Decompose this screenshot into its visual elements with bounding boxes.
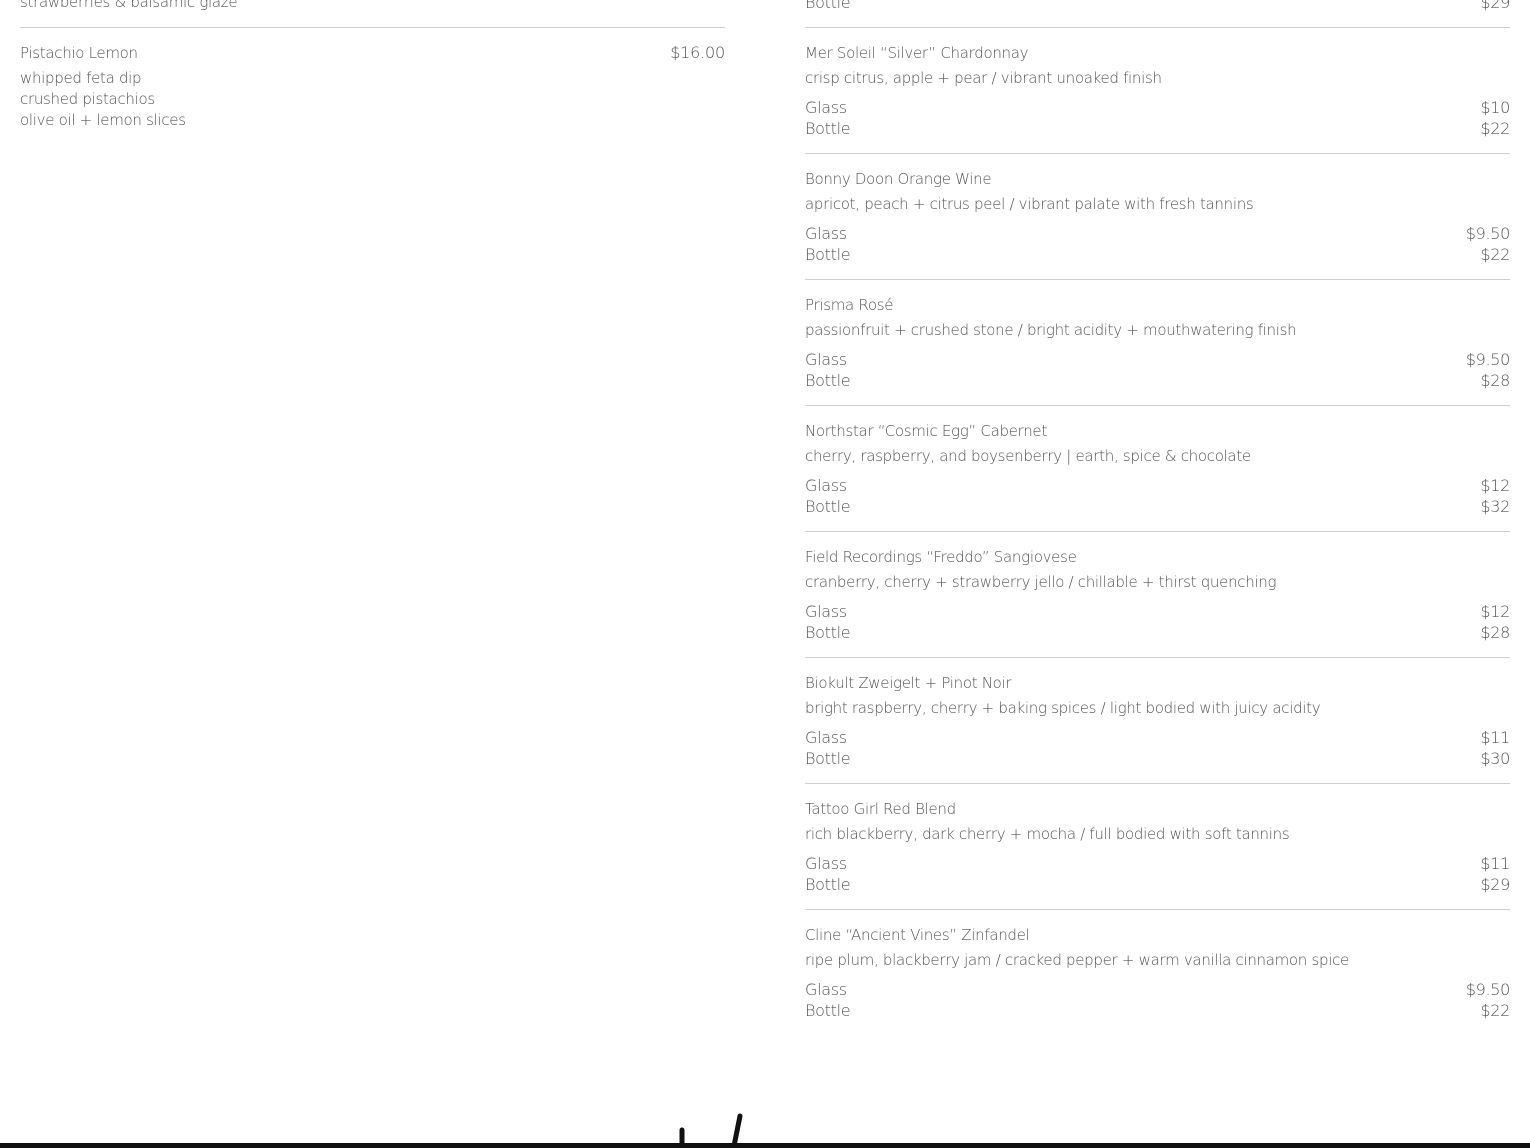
wine-tasting-notes: bright raspberry, cherry + baking spices… <box>805 699 1321 717</box>
bottle-price-row: Bottle $22 <box>805 244 1510 265</box>
bottle-price-row: Bottle $22 <box>805 118 1510 139</box>
bottle-label: Bottle <box>805 119 851 138</box>
glass-label: Glass <box>805 854 847 873</box>
wine-name: Field Recordings “Freddo” Sangiovese <box>805 548 1077 566</box>
bottle-price: $28 <box>1480 371 1510 390</box>
wine-item: Cline “Ancient Vines” Zinfandel ripe plu… <box>805 910 1510 1021</box>
wine-tasting-notes: ripe plum, blackberry jam / cracked pepp… <box>805 951 1349 969</box>
menu-item-description-line: whipped feta dip <box>20 69 142 87</box>
glass-price-row: Glass $9.50 <box>805 223 1510 244</box>
glass-label: Glass <box>805 224 847 243</box>
glass-price: $12 <box>1480 476 1510 495</box>
wine-item: Bonny Doon Orange Wine apricot, peach + … <box>805 154 1510 280</box>
glass-label: Glass <box>805 980 847 999</box>
glass-price: $9.50 <box>1465 350 1511 369</box>
glass-price-row: Glass $9.50 <box>805 349 1510 370</box>
bottle-label: Bottle <box>805 623 851 642</box>
previous-wine-bottle-row: Bottle $29 <box>805 0 1510 13</box>
wine-item: Prisma Rosé passionfruit + crushed stone… <box>805 280 1510 406</box>
wine-item: Mer Soleil “Silver” Chardonnay crisp cit… <box>805 28 1510 154</box>
menu-item-price: $16.00 <box>670 43 725 62</box>
menu-item-name: Pistachio Lemon <box>20 44 138 62</box>
glass-price: $9.50 <box>1465 224 1511 243</box>
glass-price-row: Glass $12 <box>805 475 1510 496</box>
bottle-price-row: Bottle $28 <box>805 370 1510 391</box>
bottle-price-row: Bottle $22 <box>805 1000 1510 1021</box>
glass-price-row: Glass $11 <box>805 853 1510 874</box>
menu-item-description-line: olive oil + lemon slices <box>20 111 186 129</box>
wine-tasting-notes: passionfruit + crushed stone / bright ac… <box>805 321 1297 339</box>
bottle-price: $30 <box>1480 749 1510 768</box>
glass-price: $10 <box>1480 98 1510 117</box>
bottle-price: $22 <box>1480 1001 1510 1020</box>
footer-band <box>0 1143 1530 1148</box>
bottle-label: Bottle <box>805 497 851 516</box>
wine-name: Prisma Rosé <box>805 296 894 314</box>
wine-item: Northstar “Cosmic Egg” Cabernet cherry, … <box>805 406 1510 532</box>
bottle-label: Bottle <box>805 245 851 264</box>
food-column: strawberries & balsamic glaze Pistachio … <box>20 0 725 131</box>
wine-name: Cline “Ancient Vines” Zinfandel <box>805 926 1030 944</box>
wine-name: Biokult Zweigelt + Pinot Noir <box>805 674 1012 692</box>
bottle-price: $32 <box>1480 497 1510 516</box>
wine-item: Field Recordings “Freddo” Sangiovese cra… <box>805 532 1510 658</box>
wine-column: Bottle $29 Mer Soleil “Silver” Chardonna… <box>805 0 1510 1021</box>
bottle-price-row: Bottle $32 <box>805 496 1510 517</box>
glass-price-row: Glass $9.50 <box>805 979 1510 1000</box>
bottle-price-row: Bottle $30 <box>805 748 1510 769</box>
bottle-price-row: Bottle $28 <box>805 622 1510 643</box>
wine-tasting-notes: apricot, peach + citrus peel / vibrant p… <box>805 195 1254 213</box>
bottle-price-row: Bottle $29 <box>805 874 1510 895</box>
bottle-price: $28 <box>1480 623 1510 642</box>
glass-price-row: Glass $12 <box>805 601 1510 622</box>
bottle-label: Bottle <box>805 749 851 768</box>
glass-price: $11 <box>1480 854 1510 873</box>
bottle-label: Bottle <box>805 1001 851 1020</box>
wine-tasting-notes: cranberry, cherry + strawberry jello / c… <box>805 573 1277 591</box>
glass-price-row: Glass $10 <box>805 97 1510 118</box>
price-value: $29 <box>1480 0 1510 12</box>
wine-name: Mer Soleil “Silver” Chardonnay <box>805 44 1029 62</box>
wine-name: Tattoo Girl Red Blend <box>805 800 956 818</box>
bottle-price: $22 <box>1480 119 1510 138</box>
glass-price: $12 <box>1480 602 1510 621</box>
glass-price: $9.50 <box>1465 980 1511 999</box>
menu-page: strawberries & balsamic glaze Pistachio … <box>0 0 1530 1148</box>
wine-tasting-notes: crisp citrus, apple + pear / vibrant uno… <box>805 69 1162 87</box>
wine-tasting-notes: rich blackberry, dark cherry + mocha / f… <box>805 825 1290 843</box>
glass-label: Glass <box>805 476 847 495</box>
bottle-price: $22 <box>1480 245 1510 264</box>
bottle-label: Bottle <box>805 875 851 894</box>
glass-label: Glass <box>805 350 847 369</box>
glass-label: Glass <box>805 98 847 117</box>
wine-name: Bonny Doon Orange Wine <box>805 170 992 188</box>
bottle-label: Bottle <box>805 371 851 390</box>
wine-item: Tattoo Girl Red Blend rich blackberry, d… <box>805 784 1510 910</box>
glass-label: Glass <box>805 602 847 621</box>
glass-label: Glass <box>805 728 847 747</box>
menu-item-description-line: crushed pistachios <box>20 90 155 108</box>
wine-tasting-notes: cherry, raspberry, and boysenberry | ear… <box>805 447 1251 465</box>
glass-price-row: Glass $11 <box>805 727 1510 748</box>
wine-item: Biokult Zweigelt + Pinot Noir bright ras… <box>805 658 1510 784</box>
previous-item-description: strawberries & balsamic glaze <box>20 0 238 11</box>
bottle-price: $29 <box>1480 875 1510 894</box>
logo-mark-partial <box>679 1113 743 1146</box>
price-label: Bottle <box>805 0 851 12</box>
wine-name: Northstar “Cosmic Egg” Cabernet <box>805 422 1047 440</box>
glass-price: $11 <box>1480 728 1510 747</box>
menu-item-pistachio-lemon: Pistachio Lemon $16.00 whipped feta dip … <box>20 28 725 131</box>
